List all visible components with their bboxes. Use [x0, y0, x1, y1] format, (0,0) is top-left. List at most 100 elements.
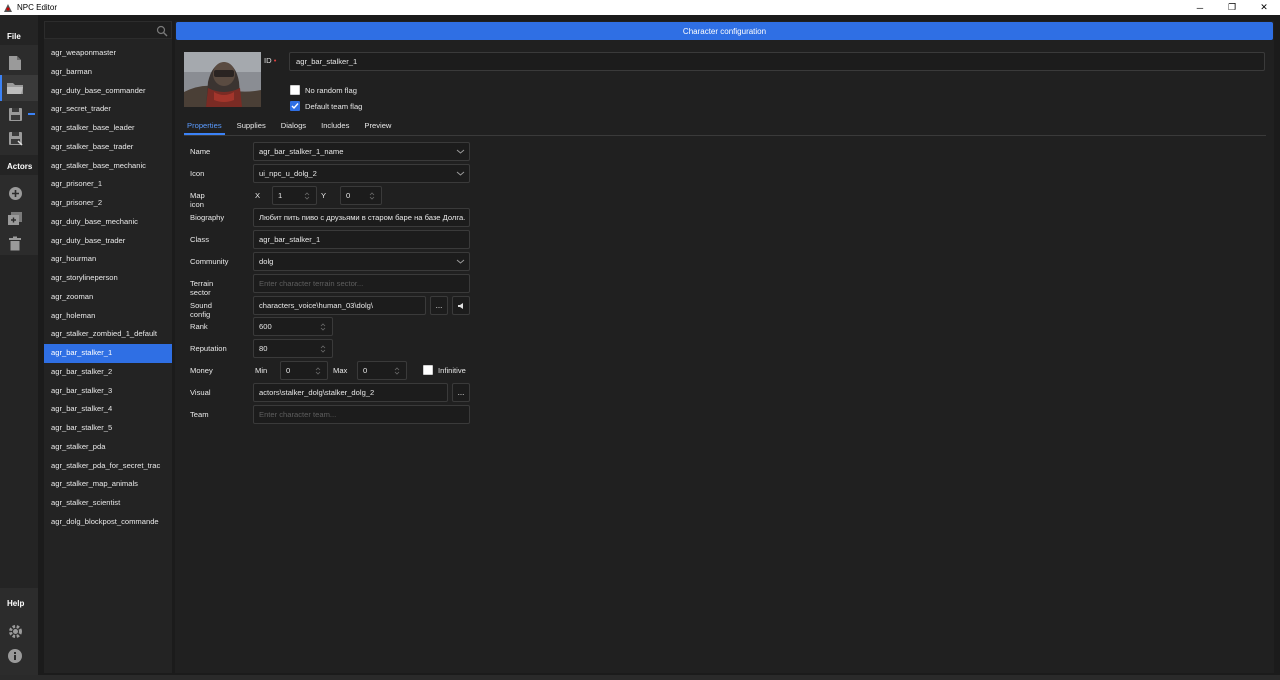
no-random-flag-row[interactable]: No random flag	[290, 85, 357, 95]
list-item[interactable]: agr_bar_stalker_3	[44, 382, 172, 401]
character-avatar[interactable]	[184, 52, 261, 107]
chevron-down-icon	[456, 259, 465, 264]
list-item[interactable]: agr_prisoner_2	[44, 194, 172, 213]
visual-field[interactable]: actors\stalker_dolg\stalker_dolg_2	[253, 383, 448, 402]
map-icon-x-value: 1	[278, 191, 283, 200]
add-actor-icon[interactable]	[4, 182, 26, 204]
rail-help-label: Help	[7, 599, 25, 608]
tab-includes[interactable]: Includes	[318, 119, 352, 135]
icon-select[interactable]: ui_npc_u_dolg_2	[253, 164, 470, 183]
class-label: Class	[190, 235, 209, 244]
list-item[interactable]: agr_stalker_pda	[44, 438, 172, 457]
money-max-input[interactable]: 0	[357, 361, 407, 380]
money-max-value: 0	[363, 366, 368, 375]
tab-properties[interactable]: Properties	[184, 119, 225, 135]
list-item[interactable]: agr_stalker_scientist	[44, 494, 172, 513]
speaker-icon	[458, 302, 463, 309]
rank-input[interactable]: 600	[253, 317, 333, 336]
spinner-icon[interactable]	[369, 191, 375, 201]
list-item[interactable]: agr_weaponmaster	[44, 44, 172, 63]
list-item[interactable]: agr_hourman	[44, 250, 172, 269]
list-item[interactable]: agr_stalker_map_animals	[44, 475, 172, 494]
rail-file-label: File	[7, 32, 21, 41]
spinner-icon[interactable]	[315, 366, 321, 376]
minimize-button[interactable]: ─	[1184, 0, 1216, 15]
no-random-flag-label: No random flag	[305, 85, 357, 95]
left-rail: File Actors Help	[0, 15, 38, 678]
list-item[interactable]: agr_prisoner_1	[44, 175, 172, 194]
list-item[interactable]: agr_duty_base_trader	[44, 232, 172, 251]
list-item[interactable]: agr_bar_stalker_1	[44, 344, 172, 363]
money-min-label: Min	[255, 366, 268, 375]
chevron-down-icon	[456, 171, 465, 176]
icon-label: Icon	[190, 169, 205, 178]
visual-browse-button[interactable]: ...	[452, 383, 470, 402]
list-item[interactable]: agr_stalker_base_mechanic	[44, 157, 172, 176]
reputation-value: 80	[259, 344, 268, 353]
reputation-input[interactable]: 80	[253, 339, 333, 358]
list-item[interactable]: agr_stalker_base_leader	[44, 119, 172, 138]
money-min-input[interactable]: 0	[280, 361, 328, 380]
list-item[interactable]: agr_duty_base_commander	[44, 82, 172, 101]
list-item[interactable]: agr_bar_stalker_4	[44, 400, 172, 419]
list-item[interactable]: agr_bar_stalker_2	[44, 363, 172, 382]
id-field[interactable]: agr_bar_stalker_1	[289, 52, 1265, 71]
list-item[interactable]: agr_zooman	[44, 288, 172, 307]
community-select[interactable]: dolg	[253, 252, 470, 271]
default-team-flag-row[interactable]: Default team flag	[290, 101, 362, 111]
team-field[interactable]: Enter character team...	[253, 405, 470, 424]
save-as-icon[interactable]	[4, 127, 26, 149]
title-bar: NPC Editor ─ ❐ ✕	[0, 0, 1280, 15]
list-item[interactable]: agr_stalker_zombied_1_default	[44, 325, 172, 344]
list-item[interactable]: agr_storylineperson	[44, 269, 172, 288]
delete-actor-icon[interactable]	[4, 232, 26, 254]
map-icon-x-input[interactable]: 1	[272, 186, 317, 205]
list-item[interactable]: agr_barman	[44, 63, 172, 82]
rank-value: 600	[259, 322, 272, 331]
infinitive-row[interactable]: Infinitive	[423, 365, 466, 375]
terrain-sector-field[interactable]: Enter character terrain sector...	[253, 274, 470, 293]
list-item[interactable]: agr_bar_stalker_5	[44, 419, 172, 438]
tab-dialogs[interactable]: Dialogs	[278, 119, 309, 135]
icon-value: ui_npc_u_dolg_2	[259, 169, 317, 178]
list-item[interactable]: agr_secret_trader	[44, 100, 172, 119]
spinner-icon[interactable]	[304, 191, 310, 201]
visual-label: Visual	[190, 388, 211, 397]
no-random-flag-checkbox[interactable]	[290, 85, 300, 95]
settings-gear-icon[interactable]	[4, 620, 26, 642]
actor-list: agr_weaponmaster agr_barman agr_duty_base_…	[44, 44, 172, 532]
list-item[interactable]: agr_stalker_base_trader	[44, 138, 172, 157]
biography-field[interactable]: Любит пить пиво с друзьями в старом баре…	[253, 208, 470, 227]
spinner-icon[interactable]	[320, 344, 326, 354]
sound-config-field[interactable]: characters_voice\human_03\dolg\	[253, 296, 426, 315]
close-button[interactable]: ✕	[1248, 0, 1280, 15]
tab-preview[interactable]: Preview	[361, 119, 394, 135]
infinitive-checkbox[interactable]	[423, 365, 433, 375]
sound-config-label: Sound config	[190, 301, 212, 319]
search-box[interactable]	[44, 21, 172, 39]
character-configuration-header[interactable]: Character configuration	[176, 22, 1273, 40]
name-value: agr_bar_stalker_1_name	[259, 147, 344, 156]
name-select[interactable]: agr_bar_stalker_1_name	[253, 142, 470, 161]
info-icon[interactable]	[4, 645, 26, 667]
spinner-icon[interactable]	[394, 366, 400, 376]
list-item[interactable]: agr_stalker_pda_for_secret_trac	[44, 457, 172, 476]
list-item[interactable]: agr_dolg_blockpost_commande	[44, 513, 172, 532]
maximize-button[interactable]: ❐	[1216, 0, 1248, 15]
reputation-label: Reputation	[190, 344, 227, 353]
save-icon[interactable]	[4, 103, 26, 125]
sound-browse-button[interactable]: ...	[430, 296, 448, 315]
open-folder-icon[interactable]	[4, 77, 26, 99]
class-field[interactable]: agr_bar_stalker_1	[253, 230, 470, 249]
list-item[interactable]: agr_duty_base_mechanic	[44, 213, 172, 232]
search-icon[interactable]	[156, 25, 168, 37]
spinner-icon[interactable]	[320, 322, 326, 332]
sound-play-button[interactable]	[452, 296, 470, 315]
default-team-flag-checkbox[interactable]	[290, 101, 300, 111]
duplicate-actor-icon[interactable]	[4, 207, 26, 229]
map-icon-y-input[interactable]: 0	[340, 186, 382, 205]
search-input[interactable]	[45, 22, 150, 38]
new-file-icon[interactable]	[4, 52, 26, 74]
list-item[interactable]: agr_holeman	[44, 307, 172, 326]
tab-supplies[interactable]: Supplies	[234, 119, 269, 135]
